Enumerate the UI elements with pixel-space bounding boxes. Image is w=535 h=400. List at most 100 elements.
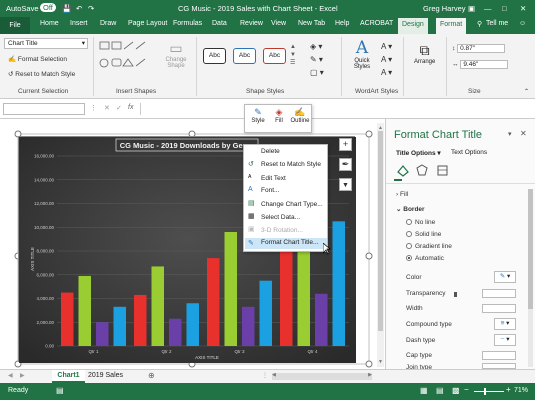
width-spinner[interactable] — [482, 304, 516, 313]
title-options-tab[interactable]: Title Options ▾ — [396, 149, 441, 157]
shape-style-3[interactable]: Abc — [263, 48, 286, 64]
shape-fill-icon[interactable]: ◈ ▾ — [310, 40, 324, 53]
style-gallery-scroll[interactable]: ▲ ▼ ☰ — [290, 43, 296, 67]
tab-view[interactable]: View — [271, 20, 286, 27]
zoom-slider[interactable] — [474, 391, 504, 392]
next-sheet-icon[interactable]: ▶ — [20, 372, 25, 379]
tab-file[interactable]: File — [0, 17, 30, 34]
zoom-in-icon[interactable]: + — [506, 385, 511, 394]
vertical-scrollbar[interactable]: ▲ ▼ — [377, 123, 384, 367]
bar[interactable] — [134, 294, 147, 346]
solid-line-radio[interactable] — [406, 231, 412, 237]
chart-element-select[interactable]: Chart Title ▾ — [4, 38, 88, 49]
bar[interactable] — [186, 303, 200, 346]
zoom-slider-thumb[interactable] — [484, 388, 486, 395]
menu-delete[interactable]: Delete — [261, 148, 280, 155]
chart-filters-button[interactable]: ▼ — [339, 178, 352, 191]
accessibility-icon[interactable]: ▤ — [56, 386, 64, 395]
shape-effects-icon[interactable]: ▢ ▾ — [310, 66, 324, 79]
quick-styles-button[interactable]: A Quick Styles — [348, 38, 376, 70]
pane-options-icon[interactable]: ▾ — [508, 130, 512, 138]
user-name[interactable]: Greg Harvey — [423, 4, 466, 13]
transparency-slider[interactable] — [454, 292, 457, 297]
text-options-tab[interactable]: Text Options — [451, 149, 487, 156]
automatic-radio[interactable] — [406, 255, 412, 261]
redo-icon[interactable]: ↷ — [88, 4, 94, 13]
cancel-icon[interactable]: ✕ — [104, 104, 110, 112]
scroll-right-icon[interactable]: ▶ — [368, 372, 372, 378]
close-pane-icon[interactable]: ✕ — [520, 129, 527, 138]
width-field[interactable]: ↔ 9.46" — [452, 60, 509, 69]
transparency-spinner[interactable] — [482, 289, 516, 298]
pane-icon-tabs[interactable] — [396, 163, 456, 177]
close-icon[interactable]: ✕ — [520, 4, 526, 13]
bar[interactable] — [169, 318, 182, 346]
scroll-left-icon[interactable]: ◀ — [272, 372, 276, 378]
page-layout-view-icon[interactable]: ▤ — [436, 386, 444, 395]
scroll-down-icon[interactable]: ▼ — [378, 359, 383, 365]
shape-outline-icon[interactable]: ✎ ▾ — [310, 53, 324, 66]
menu-select-data[interactable]: Select Data... — [261, 214, 300, 221]
bar[interactable] — [224, 232, 238, 346]
shape-style-1[interactable]: Abc — [203, 48, 226, 64]
menu-reset-style[interactable]: Reset to Match Style — [261, 161, 321, 168]
chart-elements-button[interactable]: + — [339, 138, 352, 151]
bar[interactable] — [259, 280, 273, 346]
formula-options-icon[interactable]: ⋮ — [90, 104, 97, 112]
menu-edit-text[interactable]: Edit Text — [261, 175, 286, 182]
normal-view-icon[interactable]: ▦ — [420, 386, 428, 395]
bar[interactable] — [113, 306, 127, 346]
chart-styles-button[interactable]: ✒ — [339, 158, 352, 171]
autosave-toggle[interactable]: Off — [40, 3, 56, 12]
x-axis-title[interactable]: AXIS TITLE — [195, 355, 219, 360]
maximize-icon[interactable]: □ — [502, 4, 507, 13]
format-selection-button[interactable]: ✍ Format Selection — [8, 55, 67, 63]
style-button[interactable]: ✎ Style — [248, 107, 268, 124]
tab-new-tab[interactable]: New Tab — [298, 20, 325, 27]
text-outline-icon[interactable]: A ▾ — [381, 53, 392, 66]
page-break-view-icon[interactable]: ▩ — [452, 386, 460, 395]
bar[interactable] — [315, 293, 328, 346]
solid-line-option[interactable]: Solid line — [406, 231, 441, 238]
save-icon[interactable]: 💾 — [62, 4, 71, 13]
reset-style-button[interactable]: ↺ Reset to Match Style — [8, 70, 75, 78]
menu-font[interactable]: Font... — [261, 187, 279, 194]
shapes-gallery[interactable] — [98, 40, 158, 82]
gradient-line-radio[interactable] — [406, 243, 412, 249]
zoom-out-icon[interactable]: − — [464, 385, 469, 394]
enter-icon[interactable]: ✓ — [116, 104, 122, 112]
tab-acrobat[interactable]: ACROBAT — [360, 20, 393, 27]
tell-me-search[interactable]: Tell me — [486, 20, 508, 27]
prev-sheet-icon[interactable]: ◀ — [8, 372, 13, 379]
height-field[interactable]: ↕ 0.87" — [452, 44, 506, 53]
text-fill-icon[interactable]: A ▾ — [381, 40, 392, 53]
outline-button[interactable]: ✍ Outline — [289, 107, 311, 124]
shape-style-2[interactable]: Abc — [233, 48, 256, 64]
bar[interactable] — [61, 292, 74, 346]
compound-type-dropdown[interactable]: ≡ ▾ — [494, 318, 516, 330]
bar[interactable] — [332, 221, 346, 346]
no-line-radio[interactable] — [406, 219, 412, 225]
zoom-level[interactable]: 71% — [514, 387, 528, 394]
dash-type-dropdown[interactable]: ┄ ▾ — [494, 334, 516, 346]
text-fill-outline-effects[interactable]: A ▾ A ▾ A ▾ — [381, 40, 392, 79]
automatic-option[interactable]: Automatic — [406, 255, 444, 262]
chart-title[interactable]: CG Music - 2019 Downloads by Genre — [120, 141, 255, 150]
fx-icon[interactable]: fx — [128, 104, 133, 111]
cap-type-dropdown[interactable] — [482, 351, 516, 360]
menu-change-chart-type[interactable]: Change Chart Type... — [261, 201, 323, 208]
border-section-header[interactable]: ⌄ Border — [396, 205, 425, 213]
tab-format[interactable]: Format — [436, 18, 467, 34]
pane-scrollbar[interactable] — [528, 189, 533, 367]
tab-split-icon[interactable]: ⋮ — [262, 372, 268, 379]
width-value[interactable]: 9.46" — [460, 60, 509, 69]
tab-page-layout[interactable]: Page Layout — [128, 20, 167, 27]
share-icon[interactable]: ☺ — [519, 20, 526, 27]
shape-fill-outline-effects[interactable]: ◈ ▾ ✎ ▾ ▢ ▾ — [310, 40, 324, 79]
minimize-icon[interactable]: — — [484, 4, 492, 13]
tab-draw[interactable]: Draw — [100, 20, 116, 27]
text-effects-icon[interactable]: A ▾ — [381, 66, 392, 79]
sheet-tab-2019-sales[interactable]: 2019 Sales — [88, 372, 123, 379]
horizontal-scrollbar[interactable]: ◀ ▶ — [272, 372, 372, 380]
bar[interactable] — [78, 275, 92, 346]
